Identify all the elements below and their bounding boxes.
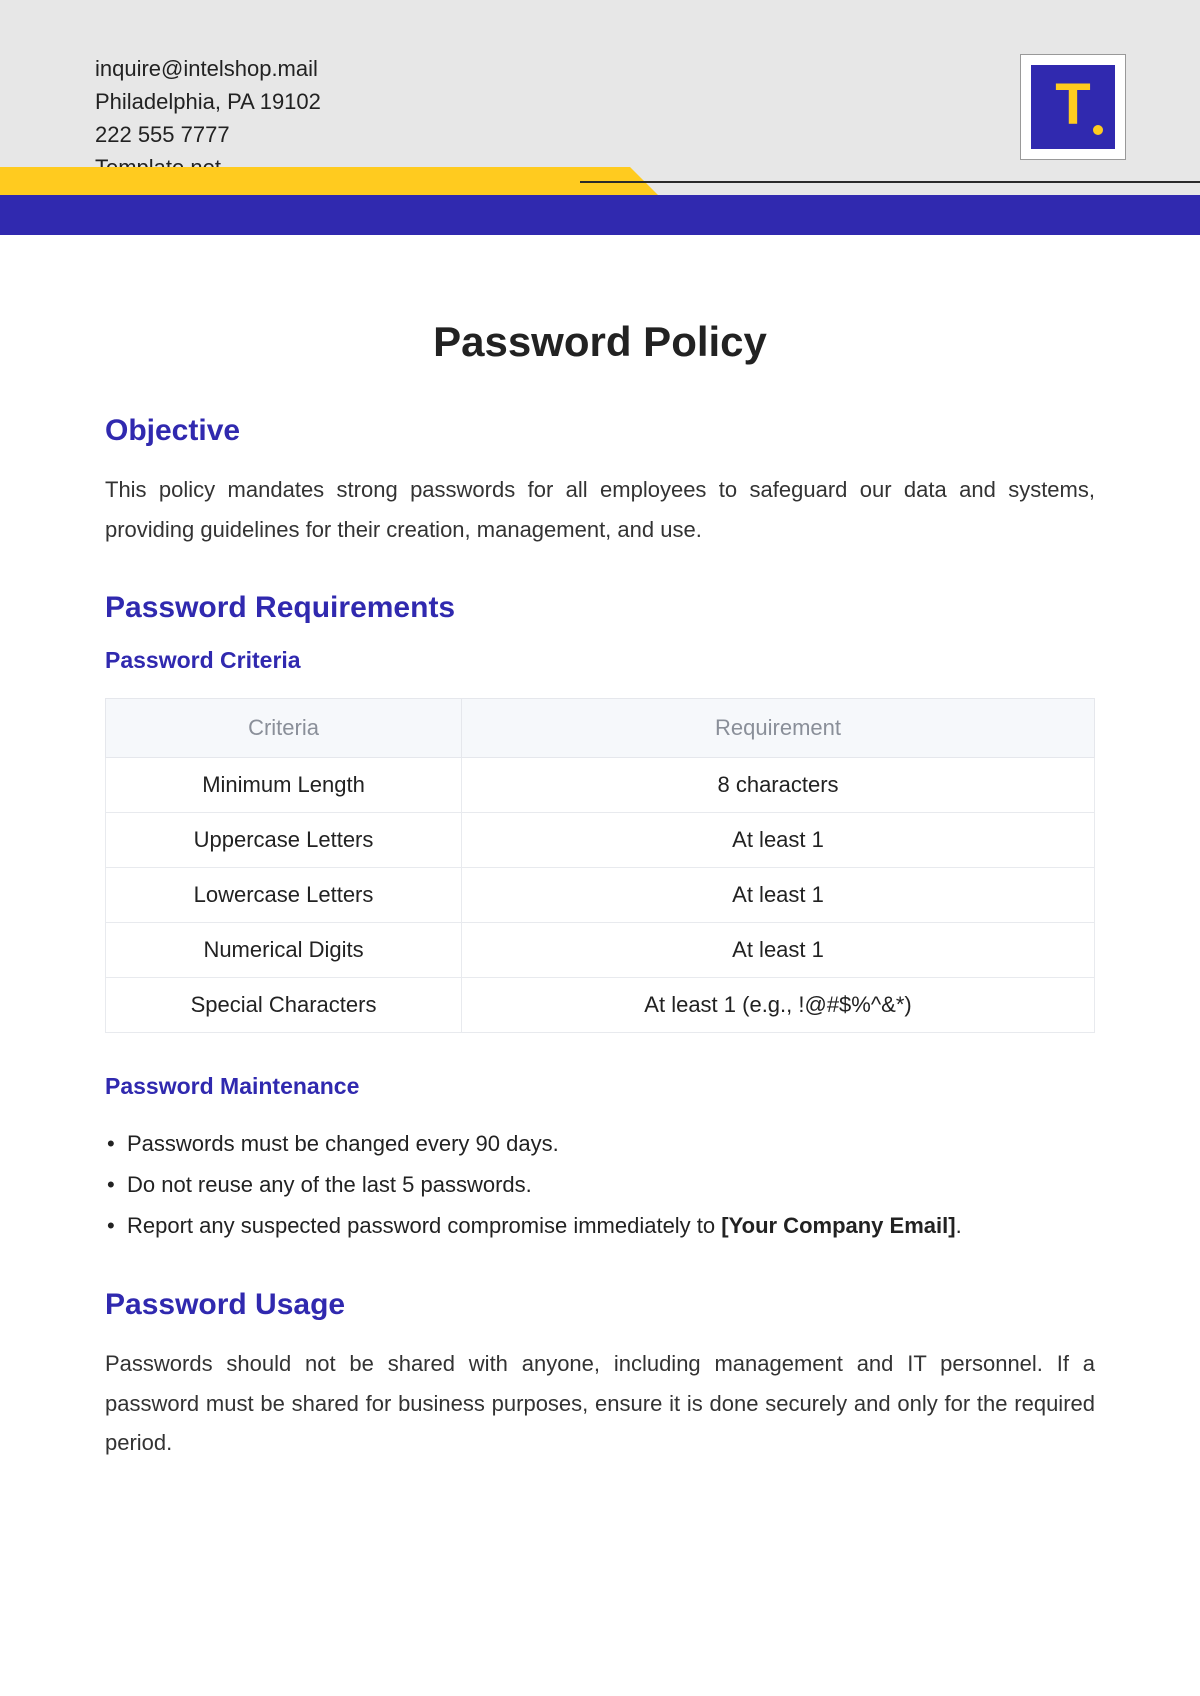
list-item-suffix: .	[956, 1213, 962, 1238]
page-title: Password Policy	[105, 318, 1095, 366]
maintenance-list: Passwords must be changed every 90 days.…	[105, 1124, 1095, 1246]
subheading-maintenance: Password Maintenance	[105, 1073, 1095, 1100]
section-heading-usage: Password Usage	[105, 1288, 1095, 1322]
logo-dot-icon	[1093, 125, 1103, 135]
table-row: Uppercase Letters At least 1	[106, 813, 1095, 868]
objective-text: This policy mandates strong passwords fo…	[105, 470, 1095, 549]
table-cell: At least 1 (e.g., !@#$%^&*)	[462, 978, 1095, 1033]
list-item: Report any suspected password compromise…	[105, 1206, 1095, 1247]
table-cell: 8 characters	[462, 758, 1095, 813]
blue-accent-bar	[0, 195, 1200, 235]
contact-address: Philadelphia, PA 19102	[95, 85, 321, 118]
table-cell: Special Characters	[106, 978, 462, 1033]
usage-text: Passwords should not be shared with anyo…	[105, 1344, 1095, 1463]
logo: T	[1020, 54, 1126, 160]
table-header-cell: Requirement	[462, 699, 1095, 758]
table-cell: Minimum Length	[106, 758, 462, 813]
table-cell: At least 1	[462, 813, 1095, 868]
section-heading-objective: Objective	[105, 414, 1095, 448]
table-header-cell: Criteria	[106, 699, 462, 758]
list-item-bold: [Your Company Email]	[721, 1213, 955, 1238]
table-cell: Uppercase Letters	[106, 813, 462, 868]
table-row: Lowercase Letters At least 1	[106, 868, 1095, 923]
document-content: Password Policy Objective This policy ma…	[105, 290, 1095, 1505]
contact-block: inquire@intelshop.mail Philadelphia, PA …	[95, 52, 321, 184]
table-row: Minimum Length 8 characters	[106, 758, 1095, 813]
logo-letter: T	[1055, 76, 1090, 134]
table-cell: Lowercase Letters	[106, 868, 462, 923]
logo-inner: T	[1031, 65, 1115, 149]
table-header-row: Criteria Requirement	[106, 699, 1095, 758]
contact-email: inquire@intelshop.mail	[95, 52, 321, 85]
criteria-table: Criteria Requirement Minimum Length 8 ch…	[105, 698, 1095, 1033]
table-cell: At least 1	[462, 923, 1095, 978]
table-cell: At least 1	[462, 868, 1095, 923]
list-item-text: Report any suspected password compromise…	[127, 1213, 721, 1238]
list-item: Do not reuse any of the last 5 passwords…	[105, 1165, 1095, 1206]
list-item-text: Do not reuse any of the last 5 passwords…	[127, 1172, 532, 1197]
list-item: Passwords must be changed every 90 days.	[105, 1124, 1095, 1165]
contact-phone: 222 555 7777	[95, 118, 321, 151]
subheading-criteria: Password Criteria	[105, 647, 1095, 674]
header-rule	[580, 181, 1200, 183]
table-cell: Numerical Digits	[106, 923, 462, 978]
section-heading-requirements: Password Requirements	[105, 591, 1095, 625]
table-row: Special Characters At least 1 (e.g., !@#…	[106, 978, 1095, 1033]
table-row: Numerical Digits At least 1	[106, 923, 1095, 978]
list-item-text: Passwords must be changed every 90 days.	[127, 1131, 559, 1156]
yellow-accent-bar	[0, 167, 630, 195]
